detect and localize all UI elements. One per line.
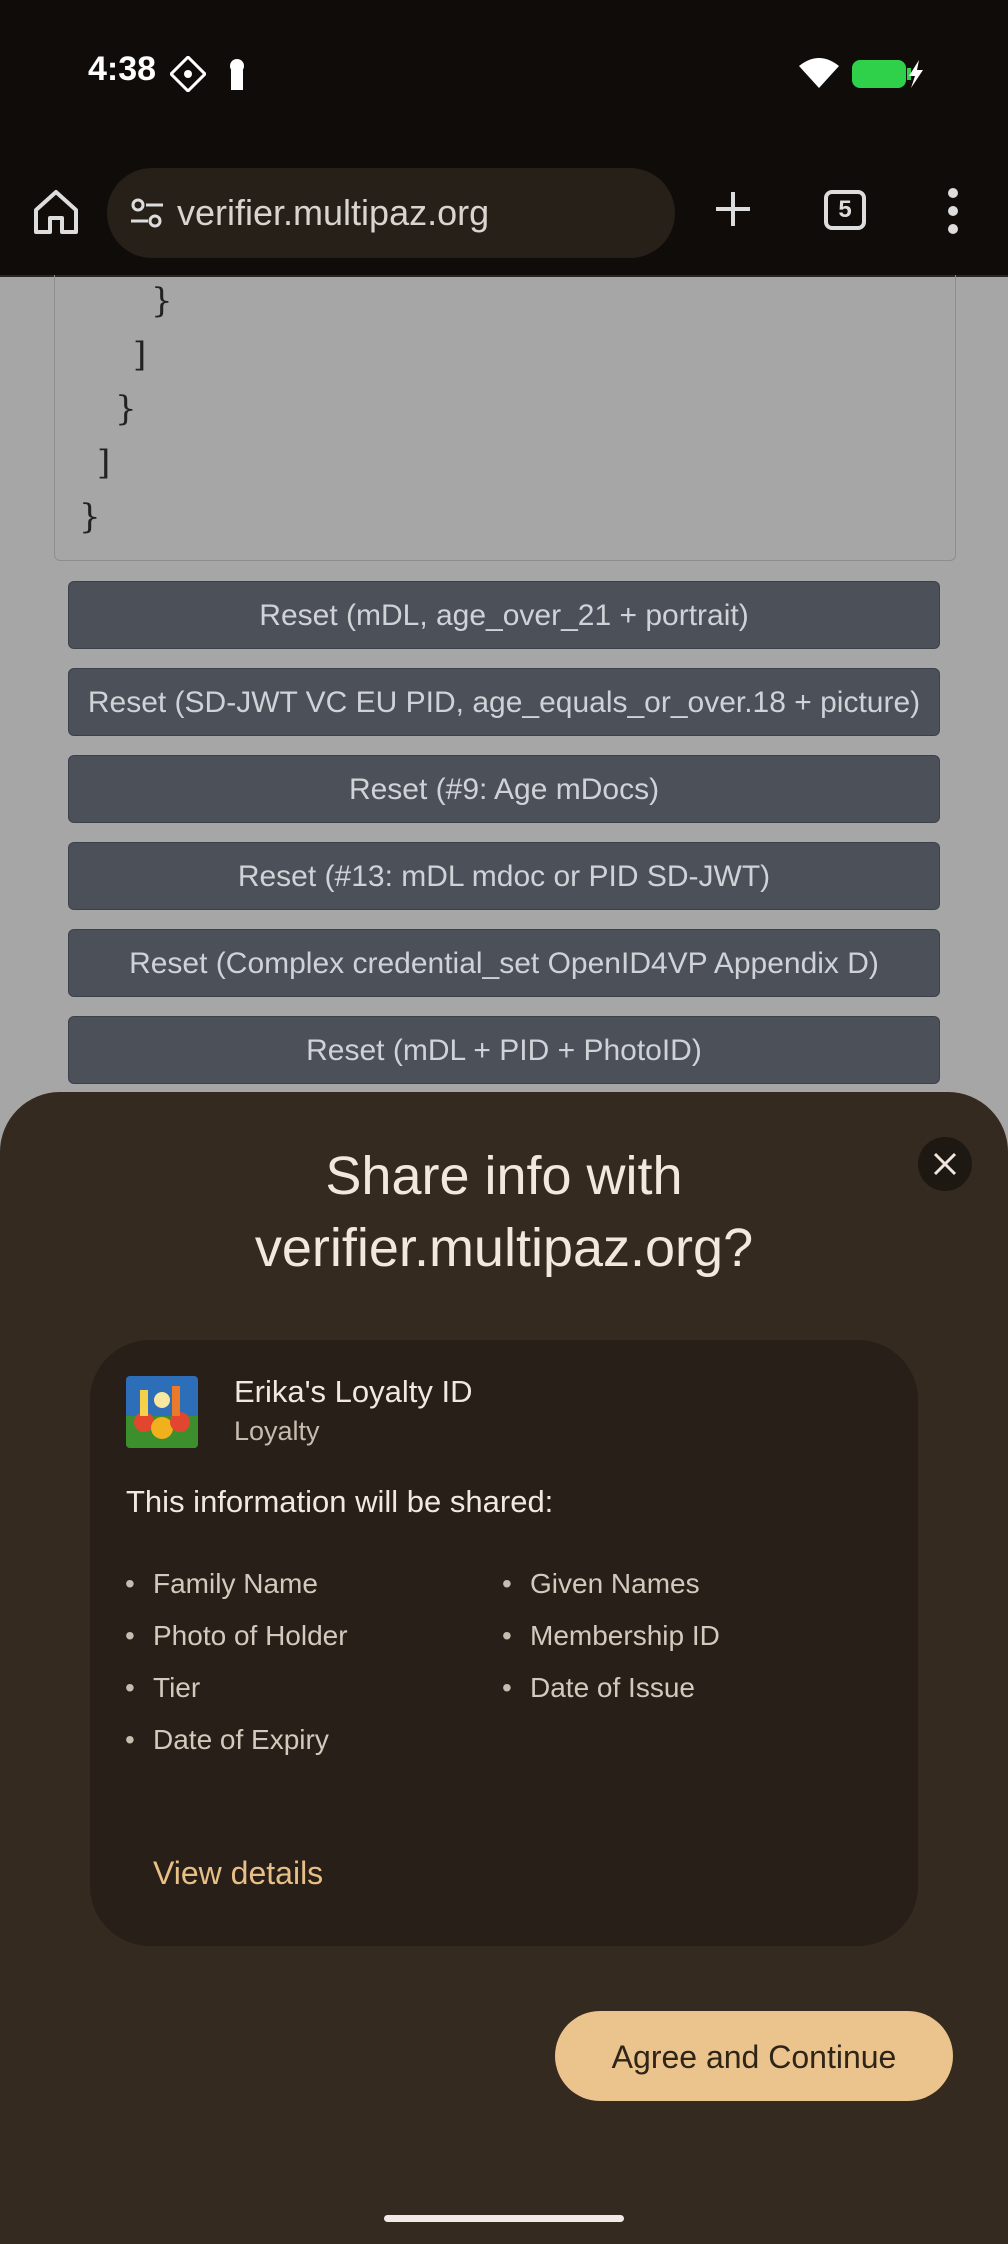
attribute-item: Given Names	[502, 1568, 700, 1600]
reset-mdl-age-over-21-button[interactable]: Reset (mDL, age_over_21 + portrait)	[68, 581, 940, 649]
home-icon[interactable]	[30, 186, 82, 238]
attribute-item: Photo of Holder	[125, 1620, 348, 1652]
reset-mdl-or-pid-button[interactable]: Reset (#13: mDL mdoc or PID SD-JWT)	[68, 842, 940, 910]
site-settings-icon[interactable]	[129, 195, 165, 231]
more-options-icon[interactable]	[946, 186, 960, 236]
credential-logo-image	[126, 1376, 198, 1448]
browser-toolbar: verifier.multipaz.org 5	[0, 160, 1008, 277]
wifi-icon	[799, 58, 839, 88]
shared-info-heading: This information will be shared:	[126, 1484, 554, 1519]
tab-switcher-button[interactable]: 5	[824, 190, 866, 230]
credential-name: Erika's Loyalty ID	[234, 1374, 473, 1409]
status-time: 4:38	[88, 50, 157, 88]
close-icon	[933, 1152, 957, 1176]
reset-mdl-pid-photoid-button[interactable]: Reset (mDL + PID + PhotoID)	[68, 1016, 940, 1084]
reset-age-mdocs-button[interactable]: Reset (#9: Age mDocs)	[68, 755, 940, 823]
json-line: }	[151, 281, 173, 321]
attribute-item: Family Name	[125, 1568, 318, 1600]
url-bar[interactable]: verifier.multipaz.org	[107, 168, 675, 258]
close-button[interactable]	[918, 1137, 972, 1191]
attribute-item: Tier	[125, 1672, 200, 1704]
reset-complex-credential-set-button[interactable]: Reset (Complex credential_set OpenID4VP …	[68, 929, 940, 997]
json-line: ]	[97, 443, 111, 483]
credential-type: Loyalty	[234, 1416, 320, 1446]
view-details-link[interactable]: View details	[153, 1855, 323, 1892]
json-line: }	[79, 497, 101, 537]
sheet-title-line2: verifier.multipaz.org?	[254, 1218, 754, 1278]
vpn-key-icon	[170, 56, 206, 92]
attribute-item: Membership ID	[502, 1620, 720, 1652]
home-indicator[interactable]	[384, 2215, 624, 2222]
sheet-title-line1: Share info with	[325, 1146, 683, 1206]
keyhole-icon	[230, 59, 244, 90]
json-line: }	[115, 389, 137, 429]
sheet-title: Share info with verifier.multipaz.org?	[100, 1140, 908, 1284]
status-bar: 4:38	[0, 0, 1008, 160]
battery-charging-icon	[852, 60, 923, 88]
attribute-item: Date of Issue	[502, 1672, 695, 1704]
request-json-textarea[interactable]: } ] } ] }	[54, 275, 956, 561]
attribute-item: Date of Expiry	[125, 1724, 329, 1756]
new-tab-icon[interactable]	[708, 184, 758, 234]
reset-sd-jwt-pid-button[interactable]: Reset (SD-JWT VC EU PID, age_equals_or_o…	[68, 668, 940, 736]
url-text: verifier.multipaz.org	[177, 192, 490, 233]
agree-and-continue-button[interactable]: Agree and Continue	[555, 2011, 953, 2101]
json-line: ]	[133, 335, 147, 375]
